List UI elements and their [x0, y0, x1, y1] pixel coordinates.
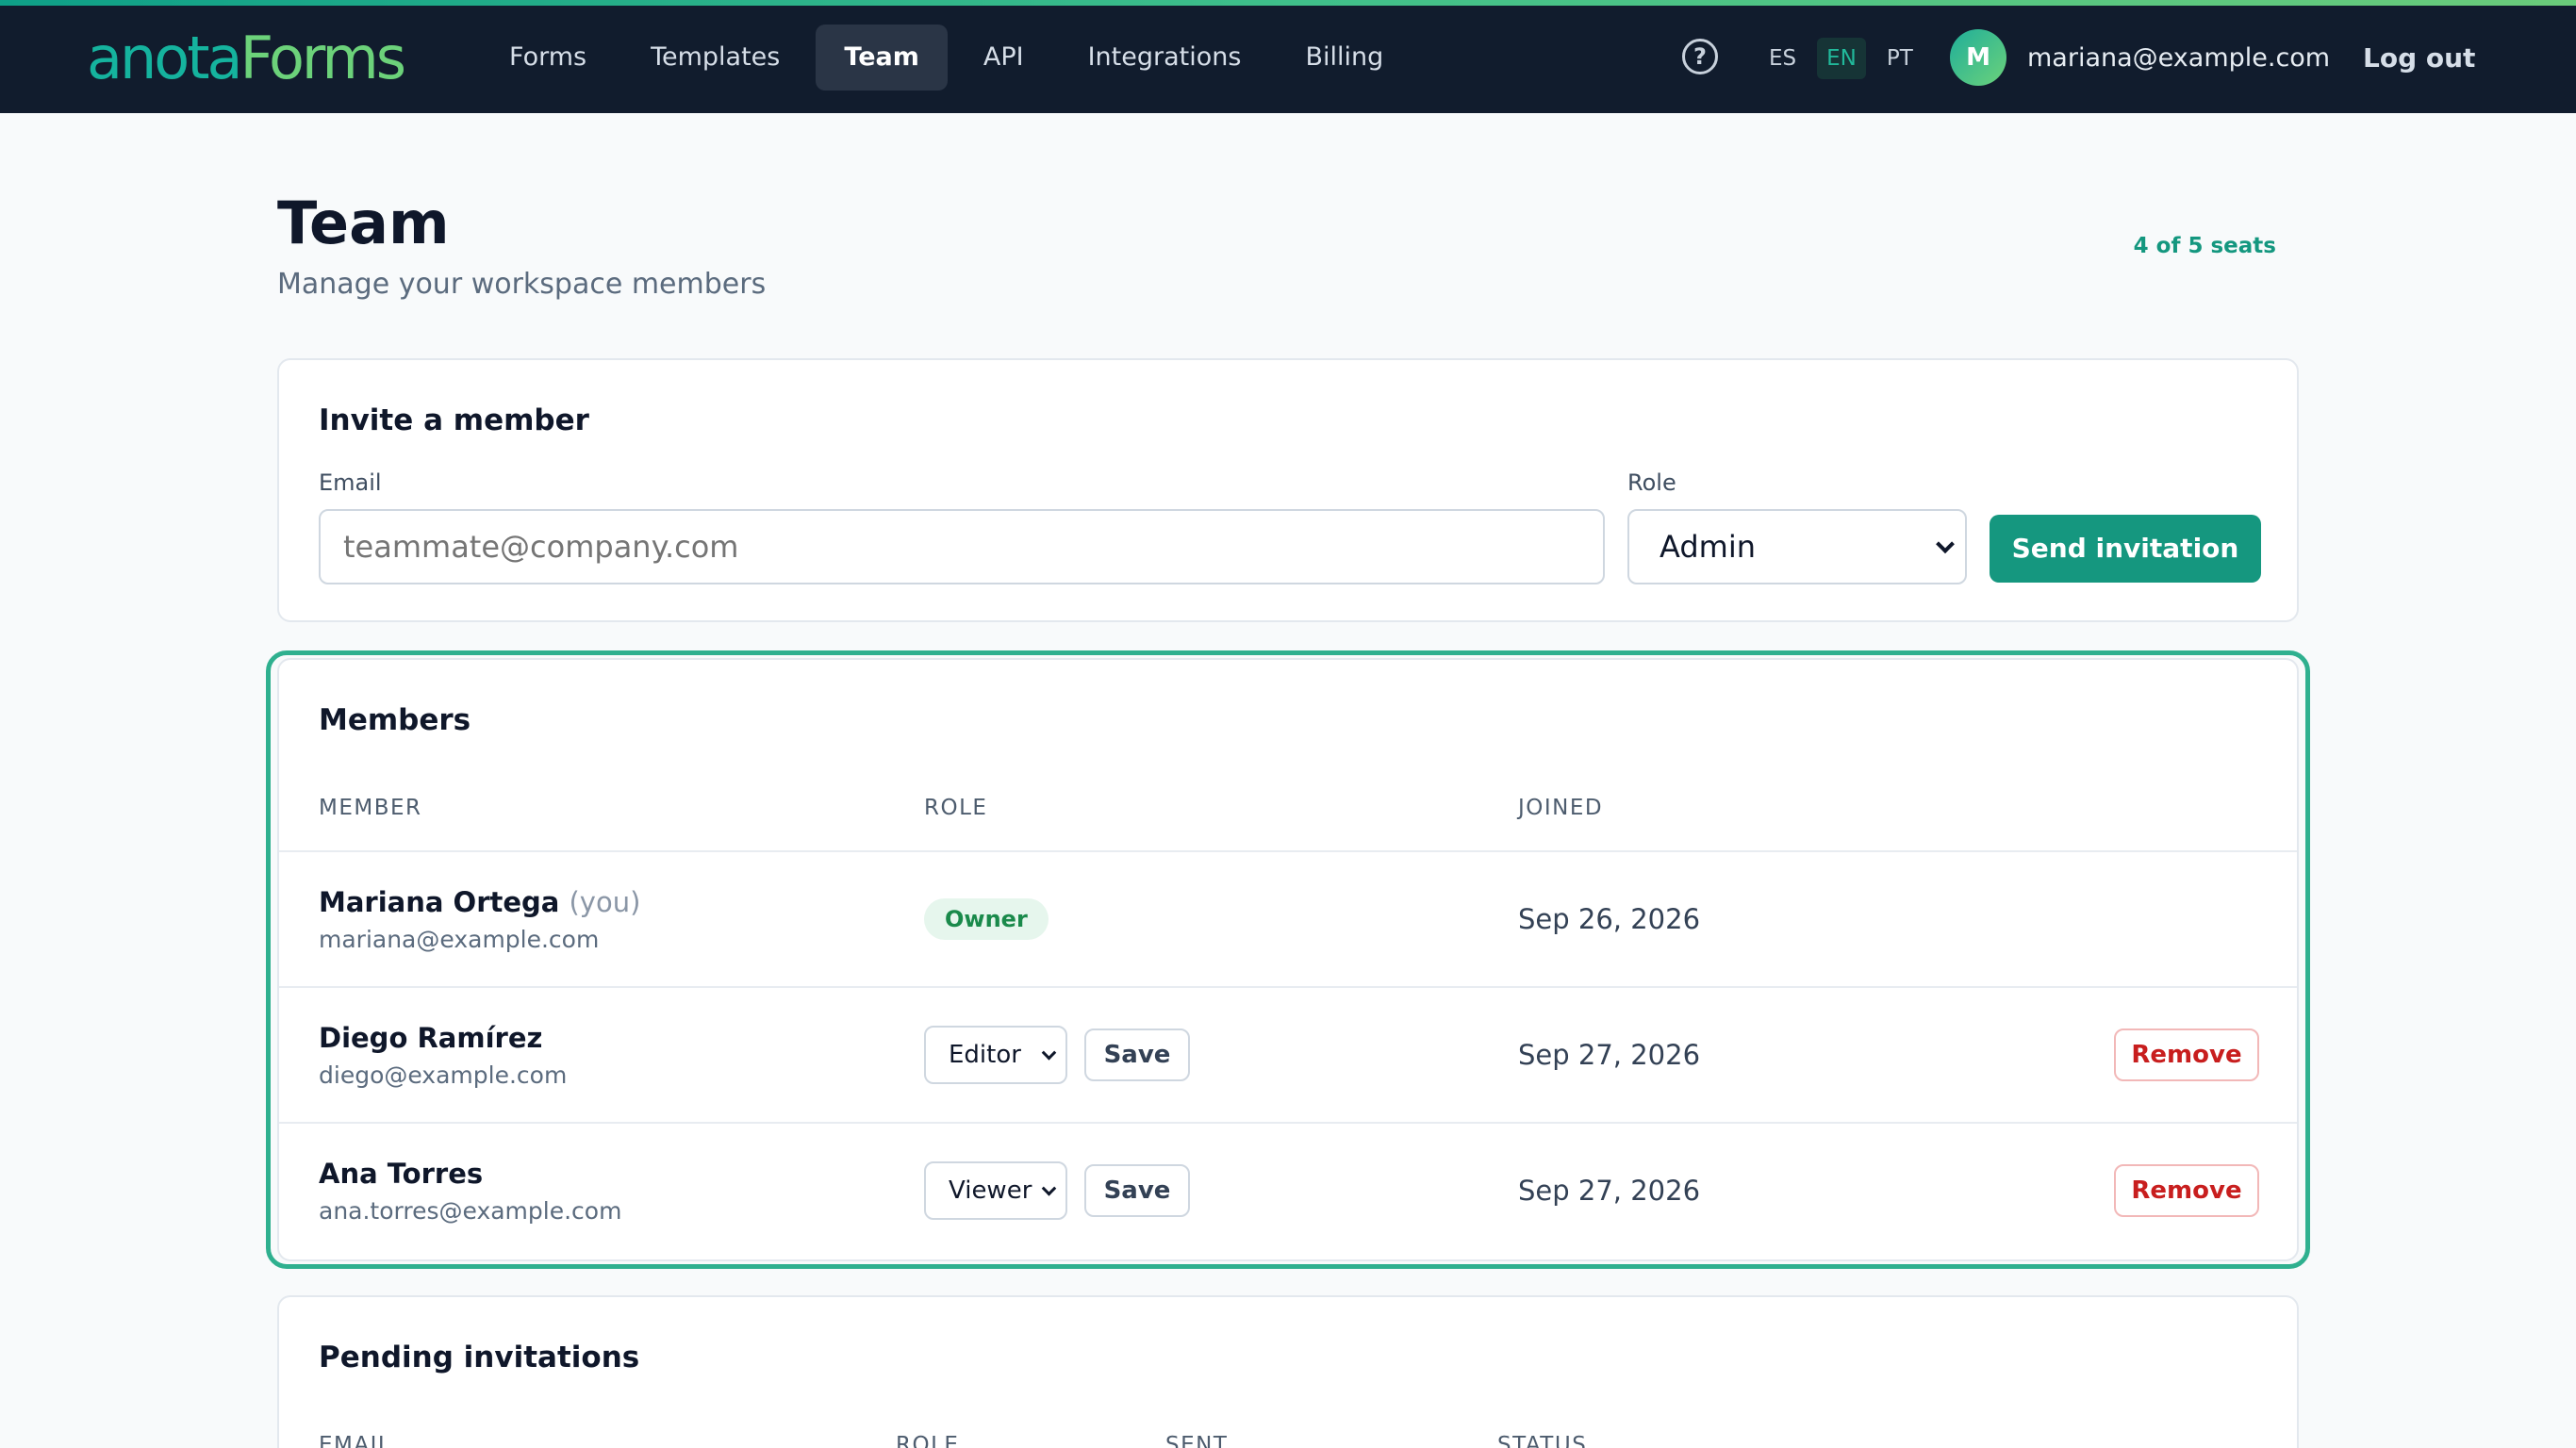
- save-role-button[interactable]: Save: [1084, 1164, 1190, 1217]
- member-email: ana.torres@example.com: [319, 1197, 622, 1225]
- nav-integrations[interactable]: Integrations: [1060, 25, 1270, 90]
- email-field[interactable]: [319, 509, 1605, 584]
- member-name-text: Mariana Ortega: [319, 886, 560, 918]
- nav-team[interactable]: Team: [816, 25, 948, 90]
- invite-card: Invite a member Email Role Admin Send in…: [277, 358, 2299, 622]
- top-navigation-bar: anotaForms Forms Templates Team API Inte…: [0, 0, 2576, 113]
- logo-text-anota: anota: [87, 24, 243, 92]
- row-divider: [279, 1122, 2297, 1124]
- row-divider: [279, 986, 2297, 988]
- members-title: Members: [319, 703, 471, 737]
- lang-es[interactable]: ES: [1759, 38, 1806, 79]
- logo-text-forms: Forms: [239, 24, 406, 92]
- invite-role-select[interactable]: Admin: [1627, 509, 1967, 584]
- role-label: Role: [1627, 469, 1676, 496]
- column-header-sent: SENT: [1165, 1433, 1229, 1448]
- role-select-ana[interactable]: Viewer: [924, 1161, 1067, 1220]
- lang-en[interactable]: EN: [1817, 38, 1866, 79]
- nav-templates[interactable]: Templates: [622, 25, 808, 90]
- joined-date: Sep 27, 2026: [1518, 1175, 1701, 1207]
- pending-title: Pending invitations: [319, 1341, 640, 1374]
- remove-member-button[interactable]: Remove: [2114, 1164, 2259, 1217]
- member-name: Diego Ramírez: [319, 1022, 543, 1054]
- email-label: Email: [319, 469, 382, 496]
- column-header-role: ROLE: [924, 796, 988, 820]
- column-header-joined: JOINED: [1518, 796, 1604, 820]
- column-header-role: ROLE: [896, 1433, 960, 1448]
- chevron-down-icon: [1041, 1045, 1057, 1061]
- chevron-down-icon: [1936, 535, 1955, 554]
- row-divider: [279, 850, 2297, 852]
- seats-count: 4 of 5 seats: [2133, 234, 2276, 258]
- you-label: (you): [569, 886, 641, 918]
- avatar[interactable]: M: [1950, 29, 2006, 86]
- role-select-diego[interactable]: Editor: [924, 1026, 1067, 1084]
- help-icon[interactable]: ?: [1682, 39, 1718, 74]
- member-name: Mariana Ortega (you): [319, 886, 640, 918]
- owner-badge: Owner: [924, 898, 1049, 940]
- pending-invitations-card: Pending invitations EMAIL ROLE SENT STAT…: [277, 1295, 2299, 1448]
- chevron-down-icon: [1041, 1181, 1057, 1196]
- app-logo[interactable]: anotaForms: [87, 21, 406, 96]
- column-header-status: STATUS: [1497, 1433, 1588, 1448]
- nav-billing[interactable]: Billing: [1277, 25, 1412, 90]
- accent-stripe: [0, 0, 2576, 6]
- members-card: Members MEMBER ROLE JOINED Mariana Orteg…: [277, 658, 2299, 1261]
- column-header-email: EMAIL: [319, 1433, 392, 1448]
- save-role-button[interactable]: Save: [1084, 1028, 1190, 1081]
- joined-date: Sep 26, 2026: [1518, 903, 1701, 935]
- invite-title: Invite a member: [319, 403, 589, 437]
- invite-role-value: Admin: [1660, 529, 1756, 565]
- user-email[interactable]: mariana@example.com: [2027, 38, 2330, 79]
- page-title: Team: [277, 189, 450, 257]
- member-email: diego@example.com: [319, 1061, 568, 1089]
- joined-date: Sep 27, 2026: [1518, 1039, 1701, 1071]
- member-email: mariana@example.com: [319, 926, 600, 953]
- nav-api[interactable]: API: [955, 25, 1052, 90]
- language-switcher: ES EN PT: [1759, 38, 1923, 79]
- send-invitation-button[interactable]: Send invitation: [1990, 515, 2261, 583]
- remove-member-button[interactable]: Remove: [2114, 1028, 2259, 1081]
- member-name: Ana Torres: [319, 1158, 484, 1190]
- main-nav: Forms Templates Team API Integrations Bi…: [481, 25, 1412, 90]
- logout-button[interactable]: Log out: [2363, 38, 2475, 79]
- column-header-member: MEMBER: [319, 796, 422, 820]
- lang-pt[interactable]: PT: [1877, 38, 1923, 79]
- nav-forms[interactable]: Forms: [481, 25, 615, 90]
- role-select-value: Editor: [949, 1041, 1021, 1069]
- role-select-value: Viewer: [949, 1176, 1032, 1205]
- page-subtitle: Manage your workspace members: [277, 268, 767, 301]
